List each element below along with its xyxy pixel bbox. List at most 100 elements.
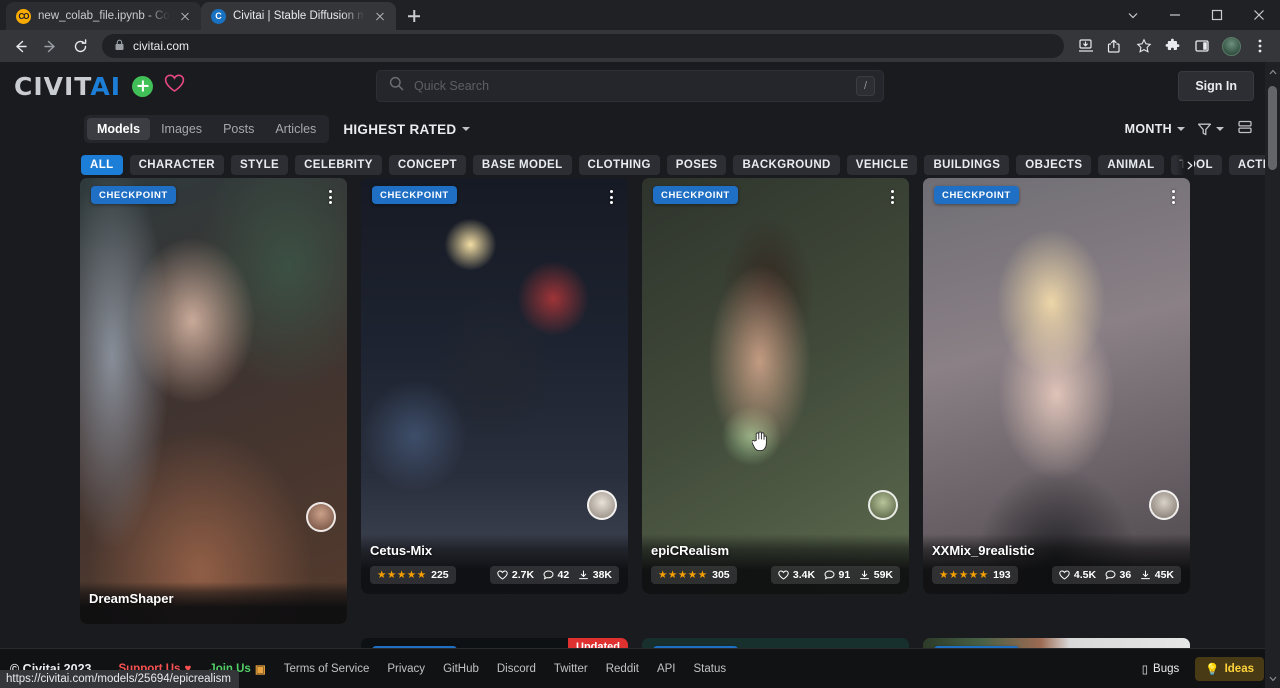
bookmark-star-icon[interactable] — [1130, 32, 1158, 60]
search-bar[interactable]: Quick Search / — [376, 70, 884, 102]
install-app-icon[interactable] — [1072, 32, 1100, 60]
scrollbar-thumb[interactable] — [1268, 86, 1277, 170]
address-bar[interactable]: civitai.com — [102, 34, 1064, 58]
browser-tab-civitai[interactable]: C Civitai | Stable Diffusion models, — [201, 2, 396, 30]
tab-images[interactable]: Images — [151, 118, 212, 140]
card-menu-icon[interactable] — [1165, 187, 1181, 207]
search-icon — [389, 76, 404, 96]
tag-chip-buildings[interactable]: BUILDINGS — [924, 155, 1009, 175]
model-grid-area: CHECKPOINT DreamShaper CHECKPOINT Cetus-… — [0, 178, 1280, 648]
sign-in-button[interactable]: Sign In — [1178, 71, 1254, 101]
layout-toggle-button[interactable] — [1236, 119, 1254, 140]
comment-icon — [824, 570, 835, 580]
model-card[interactable]: CHECKPOINT XXMix_9realistic ★★★★★ 193 — [923, 178, 1190, 594]
model-card[interactable]: CHECKPOINT epiCRealism ★★★★★ 305 — [642, 178, 909, 594]
page-viewport: CIVITAI Quick Search / Sign In Models Im — [0, 62, 1280, 688]
extensions-icon[interactable] — [1159, 32, 1187, 60]
model-card[interactable]: CHECKPOINT DreamShaper — [80, 178, 347, 624]
tag-chip-vehicle[interactable]: VEHICLE — [847, 155, 918, 175]
share-icon[interactable] — [1101, 32, 1129, 60]
footer-link-api[interactable]: API — [648, 663, 685, 675]
tag-chip-character[interactable]: CHARACTER — [130, 155, 224, 175]
model-card[interactable]: CHECKPOINT — [923, 638, 1190, 648]
minimize-icon[interactable] — [1154, 0, 1196, 30]
comments-stat: 91 — [824, 569, 850, 581]
ideas-button[interactable]: 💡 Ideas — [1195, 657, 1264, 681]
bugs-button[interactable]: ▯ Bugs — [1134, 658, 1188, 680]
layout-list-icon — [1236, 119, 1254, 135]
chevron-down-icon — [1177, 127, 1185, 131]
footer-link-github[interactable]: GitHub — [434, 663, 488, 675]
tag-chip-style[interactable]: STYLE — [231, 155, 288, 175]
model-type-badge: CHECKPOINT — [653, 186, 738, 204]
window-controls — [1112, 0, 1280, 30]
tab-articles[interactable]: Articles — [265, 118, 326, 140]
logo-text: CIVITAI — [14, 72, 121, 101]
likes-stat: 4.5K — [1059, 569, 1096, 581]
page-scrollbar[interactable] — [1265, 62, 1280, 688]
tag-chip-base-model[interactable]: BASE MODEL — [473, 155, 572, 175]
new-tab-button[interactable] — [400, 2, 428, 30]
card-footer: epiCRealism ★★★★★ 305 — [642, 534, 909, 594]
sort-label: HIGHEST RATED — [343, 122, 456, 137]
ideas-label: Ideas — [1225, 663, 1254, 675]
tag-chip-background[interactable]: BACKGROUND — [733, 155, 839, 175]
tag-chip-celebrity[interactable]: CELEBRITY — [295, 155, 382, 175]
model-card[interactable]: CHECKPOINT Cetus-Mix ★★★★★ 225 — [361, 178, 628, 594]
download-icon — [578, 570, 589, 580]
footer-link-twitter[interactable]: Twitter — [545, 663, 597, 675]
creator-avatar[interactable] — [1149, 490, 1179, 520]
tags-scroll-right-icon[interactable] — [1176, 153, 1194, 177]
footer-link-reddit[interactable]: Reddit — [597, 663, 648, 675]
filter-button[interactable] — [1197, 122, 1224, 137]
tag-chip-concept[interactable]: CONCEPT — [389, 155, 466, 175]
sort-dropdown[interactable]: HIGHEST RATED — [343, 122, 470, 137]
create-plus-icon[interactable] — [132, 76, 153, 97]
tag-chip-animal[interactable]: ANIMAL — [1098, 155, 1163, 175]
tab-models[interactable]: Models — [87, 118, 150, 140]
card-menu-icon[interactable] — [884, 187, 900, 207]
side-panel-icon[interactable] — [1188, 32, 1216, 60]
card-menu-icon[interactable] — [322, 187, 338, 207]
footer-link-status[interactable]: Status — [685, 663, 736, 675]
profile-avatar[interactable] — [1217, 32, 1245, 60]
creator-avatar[interactable] — [306, 502, 336, 532]
model-title: DreamShaper — [89, 591, 338, 606]
star-rating-icon: ★★★★★ — [939, 570, 988, 581]
chrome-menu-icon[interactable] — [1246, 32, 1274, 60]
tab-posts[interactable]: Posts — [213, 118, 264, 140]
scroll-up-icon[interactable] — [1265, 64, 1280, 79]
tag-chip-clothing[interactable]: CLOTHING — [579, 155, 660, 175]
footer-link-privacy[interactable]: Privacy — [378, 663, 434, 675]
close-icon[interactable] — [372, 8, 388, 24]
star-rating-icon: ★★★★★ — [658, 570, 707, 581]
downloads-count: 59K — [874, 569, 893, 581]
period-dropdown[interactable]: MONTH — [1125, 122, 1185, 136]
model-stats: ★★★★★ 225 2.7K — [370, 566, 619, 584]
reload-icon[interactable] — [66, 32, 94, 60]
forward-icon[interactable] — [36, 32, 64, 60]
model-card[interactable]: CHECKPOINT Updated — [361, 638, 628, 648]
creator-avatar[interactable] — [587, 490, 617, 520]
footer-link-discord[interactable]: Discord — [488, 663, 545, 675]
model-card[interactable]: CHECKPOINT — [642, 638, 909, 648]
maximize-icon[interactable] — [1196, 0, 1238, 30]
tab-search-chevron-down-icon[interactable] — [1112, 0, 1154, 30]
close-icon[interactable] — [177, 8, 193, 24]
browser-tab-colab[interactable]: CO new_colab_file.ipynb - Colaborat — [6, 2, 201, 30]
site-logo[interactable]: CIVITAI — [14, 72, 185, 101]
tag-chip-poses[interactable]: POSES — [667, 155, 727, 175]
comments-count: 91 — [839, 569, 851, 581]
close-window-icon[interactable] — [1238, 0, 1280, 30]
search-input[interactable]: Quick Search — [414, 79, 846, 93]
creator-avatar[interactable] — [868, 490, 898, 520]
heart-icon — [778, 570, 789, 580]
tag-chip-all[interactable]: ALL — [81, 155, 123, 175]
heart-icon[interactable] — [164, 74, 185, 98]
back-icon[interactable] — [6, 32, 34, 60]
scroll-down-icon[interactable] — [1265, 671, 1280, 686]
card-menu-icon[interactable] — [603, 187, 619, 207]
footer-link-terms[interactable]: Terms of Service — [275, 663, 379, 675]
tag-chip-objects[interactable]: OBJECTS — [1016, 155, 1091, 175]
chevron-down-icon — [462, 127, 470, 131]
